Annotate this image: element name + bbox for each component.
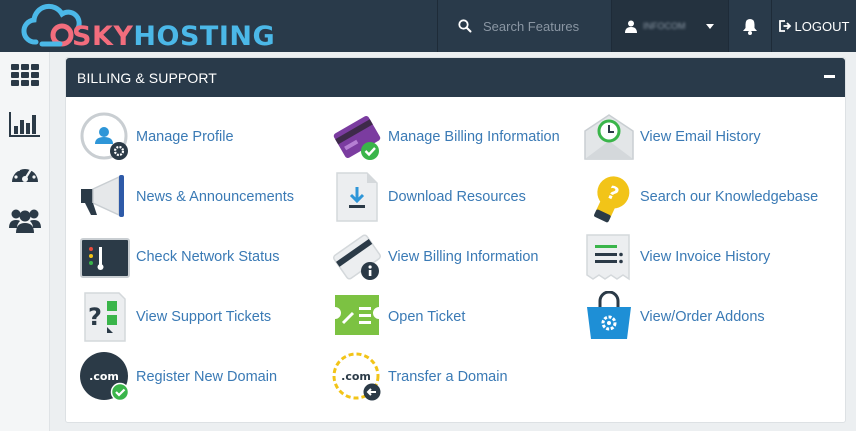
sidebar-item-performance[interactable] [8, 156, 42, 190]
feature-label: Open Ticket [388, 309, 466, 325]
sidebar-item-users[interactable] [8, 203, 42, 237]
credit-card-info-icon [333, 234, 381, 280]
logout-label: LOGOUT [794, 18, 850, 34]
feature-view-billing-information[interactable]: View Billing Information [331, 231, 538, 283]
feature-label: View/Order Addons [640, 309, 765, 325]
logo-text: SKYHOSTING [72, 21, 275, 52]
billing-support-panel: BILLING & SUPPORT Manage Profile Manage … [65, 57, 846, 423]
svg-text:?: ? [88, 303, 102, 331]
feature-label: Check Network Status [136, 249, 280, 265]
feature-open-ticket[interactable]: Open Ticket [331, 291, 465, 343]
search-input[interactable]: Search Features [483, 19, 579, 34]
logo[interactable]: SKYHOSTING [0, 0, 280, 52]
speedometer-icon [12, 164, 38, 182]
feature-label: View Billing Information [388, 249, 539, 265]
sidebar-item-dashboard[interactable] [8, 58, 42, 92]
feature-label: Register New Domain [136, 369, 278, 385]
sidebar [0, 52, 50, 431]
search-features[interactable]: Search Features [437, 0, 611, 52]
sidebar-item-stats[interactable] [8, 107, 42, 141]
megaphone-icon [81, 175, 124, 217]
ticket-edit-icon [335, 295, 379, 335]
shopping-bag-gear-icon [587, 291, 631, 339]
logo-hosting: HOSTING [133, 21, 276, 52]
user-icon [625, 20, 637, 33]
logout-button[interactable]: LOGOUT [771, 0, 856, 52]
credit-card-check-icon [333, 115, 381, 160]
grid-icon [11, 64, 39, 86]
svg-text:.com: .com [89, 370, 119, 383]
feature-transfer-domain[interactable]: .com Transfer a Domain [331, 351, 508, 403]
logo-sky: SKY [72, 21, 134, 52]
network-status-icon [80, 238, 130, 278]
feature-label: Search our Knowledgebase [640, 189, 819, 205]
feature-manage-billing-information[interactable]: Manage Billing Information [331, 111, 560, 163]
feature-download-resources[interactable]: Download Resources [331, 171, 526, 223]
feature-check-network-status[interactable]: Check Network Status [79, 231, 279, 283]
domain-check-icon: .com [80, 352, 130, 402]
bell-icon [743, 18, 757, 35]
svg-text:.com: .com [341, 370, 371, 383]
feature-label: Manage Billing Information [388, 129, 560, 145]
feature-label: View Invoice History [640, 249, 771, 265]
feature-label: Transfer a Domain [388, 369, 508, 385]
email-clock-icon [584, 114, 634, 160]
search-icon [458, 19, 472, 33]
feature-view-email-history[interactable]: View Email History [583, 111, 761, 163]
domain-transfer-icon: .com [332, 352, 381, 401]
logout-icon [778, 20, 791, 32]
user-menu[interactable]: INFOCOM [611, 0, 728, 52]
feature-register-new-domain[interactable]: .com Register New Domain [79, 351, 277, 403]
username: INFOCOM [643, 21, 686, 31]
chevron-down-icon [705, 23, 714, 29]
feature-view-invoice-history[interactable]: View Invoice History [583, 231, 770, 283]
download-file-icon [336, 172, 378, 222]
feature-manage-profile[interactable]: Manage Profile [79, 111, 234, 163]
users-icon [9, 209, 41, 233]
lightbulb-question-icon: ? [594, 176, 630, 223]
bar-chart-icon [9, 112, 40, 137]
feature-label: Download Resources [388, 189, 526, 205]
feature-label: Manage Profile [136, 129, 234, 145]
feature-view-order-addons[interactable]: View/Order Addons [583, 291, 765, 343]
feature-label: View Email History [640, 129, 761, 145]
feature-search-knowledgebase[interactable]: ? Search our Knowledgebase [583, 171, 818, 223]
top-bar: SKYHOSTING Search Features INFOCOM LOGOU… [0, 0, 856, 52]
feature-news-announcements[interactable]: News & Announcements [79, 171, 294, 223]
collapse-icon[interactable] [824, 75, 835, 78]
invoice-icon [586, 234, 630, 281]
feature-label: News & Announcements [136, 189, 294, 205]
support-tickets-icon: ? [84, 292, 126, 342]
feature-view-support-tickets[interactable]: ? View Support Tickets [79, 291, 271, 343]
panel-title: BILLING & SUPPORT [77, 69, 217, 86]
feature-label: View Support Tickets [136, 309, 272, 325]
notifications-button[interactable] [728, 0, 771, 52]
panel-header: BILLING & SUPPORT [66, 58, 845, 97]
profile-settings-icon [80, 112, 128, 160]
